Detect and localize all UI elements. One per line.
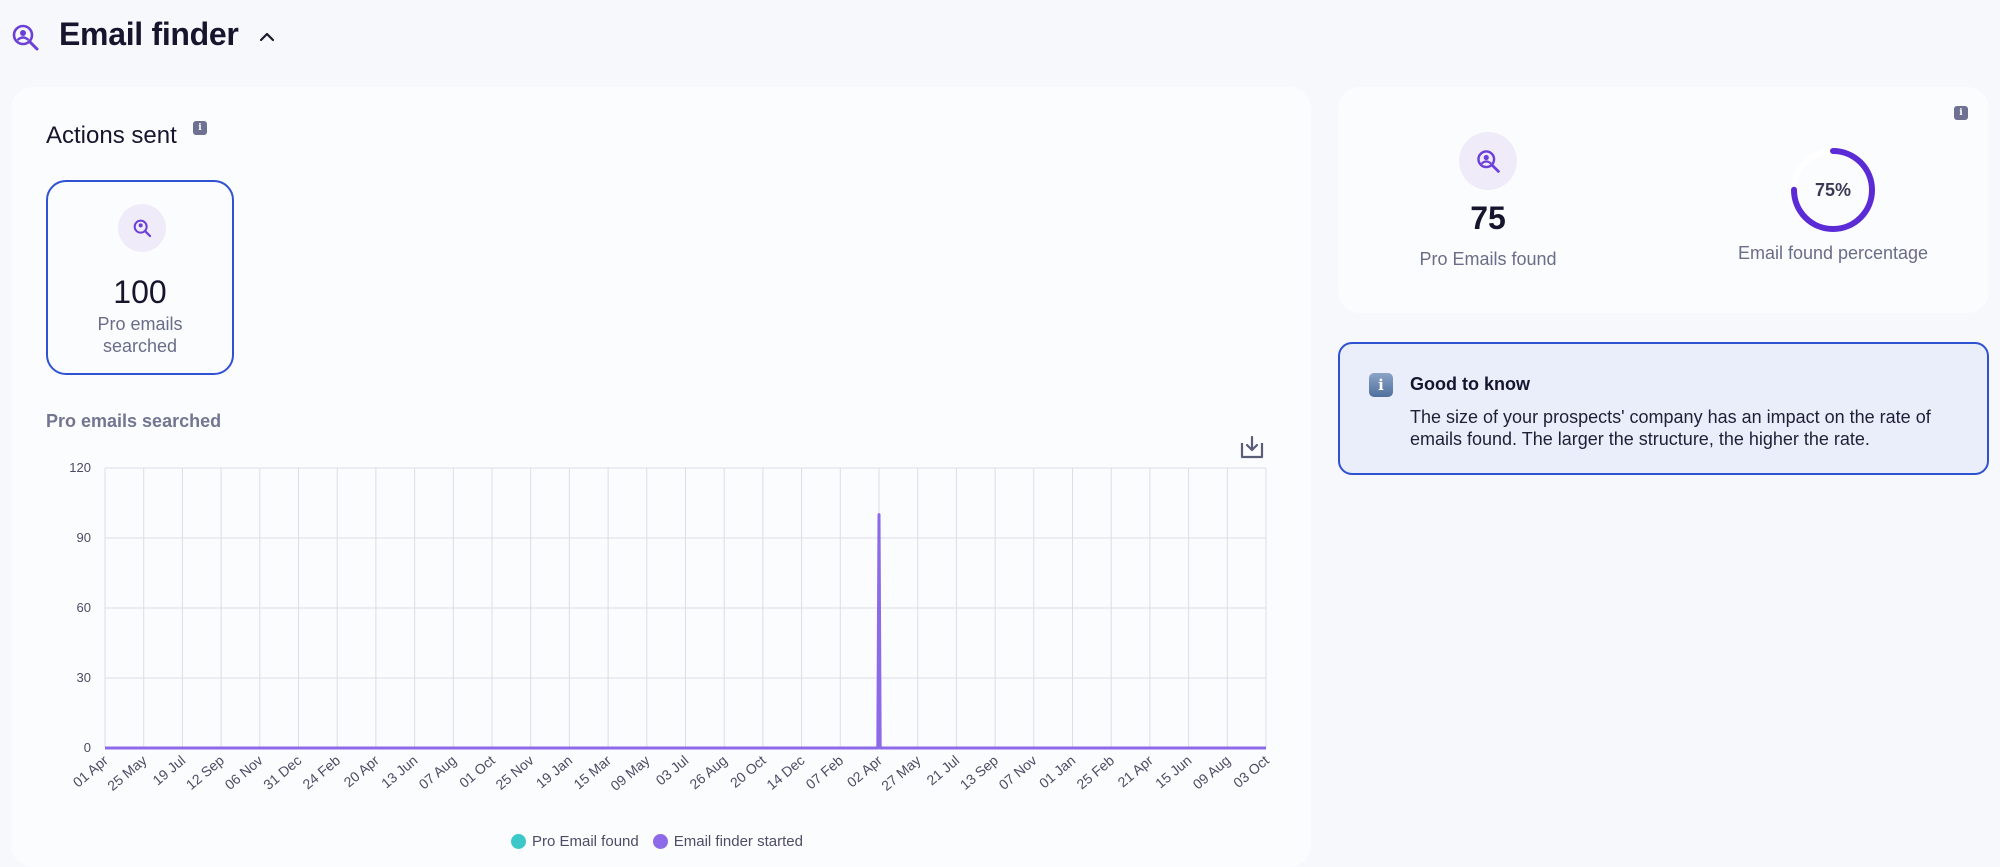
x-tick-label: 02 Apr	[844, 752, 886, 790]
chevron-up-icon	[259, 32, 275, 42]
y-tick-label: 120	[69, 460, 91, 475]
x-tick-label: 19 Jan	[533, 752, 575, 791]
info-icon[interactable]: i	[1954, 106, 1968, 120]
legend-label: Email finder started	[673, 832, 803, 850]
line-chart: 0 30 60 90 120 01 Apr25 May 19 Jul12 Sep06 Nov…	[69, 460, 1272, 794]
x-tick-label: 25 May	[104, 752, 149, 794]
information-icon: i	[1369, 373, 1393, 397]
found-icon-circle	[1459, 132, 1517, 190]
x-tick-label: 12 Sep	[183, 752, 227, 793]
x-tick-label: 03 Oct	[1230, 752, 1272, 791]
x-tick-label: 25 Feb	[1073, 752, 1117, 792]
page-title: Email finder	[59, 16, 239, 52]
x-tick-label: 20 Oct	[727, 752, 769, 791]
summary-card: i 75 Pro Emails found 75% Email found pe…	[1338, 87, 1989, 313]
x-tick-label: 01 Jan	[1036, 752, 1078, 791]
legend-item-email-finder-started[interactable]: Email finder started	[652, 832, 803, 850]
x-tick-label: 01 Oct	[456, 752, 498, 791]
x-tick-label: 24 Feb	[299, 752, 343, 792]
percentage-ring: 75%	[1790, 147, 1876, 233]
legend-item-pro-email-found[interactable]: Pro Email found	[511, 833, 639, 850]
x-tick-label: 21 Jul	[923, 752, 962, 788]
x-tick-label: 13 Sep	[957, 752, 1001, 793]
x-tick-label: 20 Apr	[341, 752, 383, 790]
good-to-know-panel: i Good to know The size of your prospect…	[1338, 342, 1989, 475]
x-tick-label: 03 Jul	[653, 752, 692, 788]
page-header: Email finder	[0, 0, 2000, 76]
pro-emails-found-stat: 75 Pro Emails found	[1408, 132, 1568, 270]
y-tick-label: 90	[77, 530, 91, 545]
collapse-toggle[interactable]	[256, 26, 278, 48]
x-tick-label: 09 Aug	[1190, 752, 1234, 792]
x-tick-label: 01 Apr	[70, 752, 112, 790]
x-tick-label: 15 Mar	[570, 752, 614, 792]
x-tick-label: 13 Jun	[378, 752, 420, 791]
x-tick-label: 19 Jul	[149, 752, 188, 788]
found-value: 75	[1470, 200, 1506, 236]
y-tick-label: 60	[77, 600, 91, 615]
x-tick-label: 25 Nov	[492, 752, 536, 793]
legend-dot	[652, 833, 668, 849]
y-tick-label: 0	[84, 740, 91, 755]
user-search-icon	[12, 24, 39, 51]
x-tick-label: 07 Feb	[803, 752, 847, 792]
percentage-value: 75%	[1814, 179, 1852, 200]
x-tick-label: 26 Aug	[686, 752, 730, 792]
y-tick-label: 30	[77, 670, 91, 685]
found-label: Pro Emails found	[1419, 249, 1557, 269]
chart-legend: Pro Email found Email finder started	[511, 830, 803, 852]
x-tick-label: 09 May	[607, 752, 652, 794]
legend-dot	[511, 833, 526, 849]
x-tick-label: 15 Jun	[1152, 752, 1194, 791]
x-tick-label: 27 May	[878, 752, 923, 794]
x-tick-label: 07 Aug	[416, 752, 460, 792]
legend-label: Pro Email found	[532, 832, 639, 850]
percentage-label: Email found percentage	[1737, 243, 1929, 263]
good-to-know-text: The size of your prospects' company has …	[1410, 407, 1931, 449]
x-tick-label: 07 Nov	[995, 752, 1039, 793]
user-search-icon	[1477, 150, 1500, 173]
x-tick-label: 06 Nov	[221, 752, 265, 793]
x-tick-label: 14 Dec	[763, 752, 807, 793]
email-found-percentage-stat: 75% Email found percentage	[1728, 147, 1938, 264]
good-to-know-title: Good to know	[1410, 374, 1530, 394]
x-tick-label: 21 Apr	[1115, 752, 1157, 790]
actions-card: Actions sent i 100 Pro emails searched P…	[11, 87, 1311, 867]
x-tick-label: 31 Dec	[260, 752, 304, 793]
